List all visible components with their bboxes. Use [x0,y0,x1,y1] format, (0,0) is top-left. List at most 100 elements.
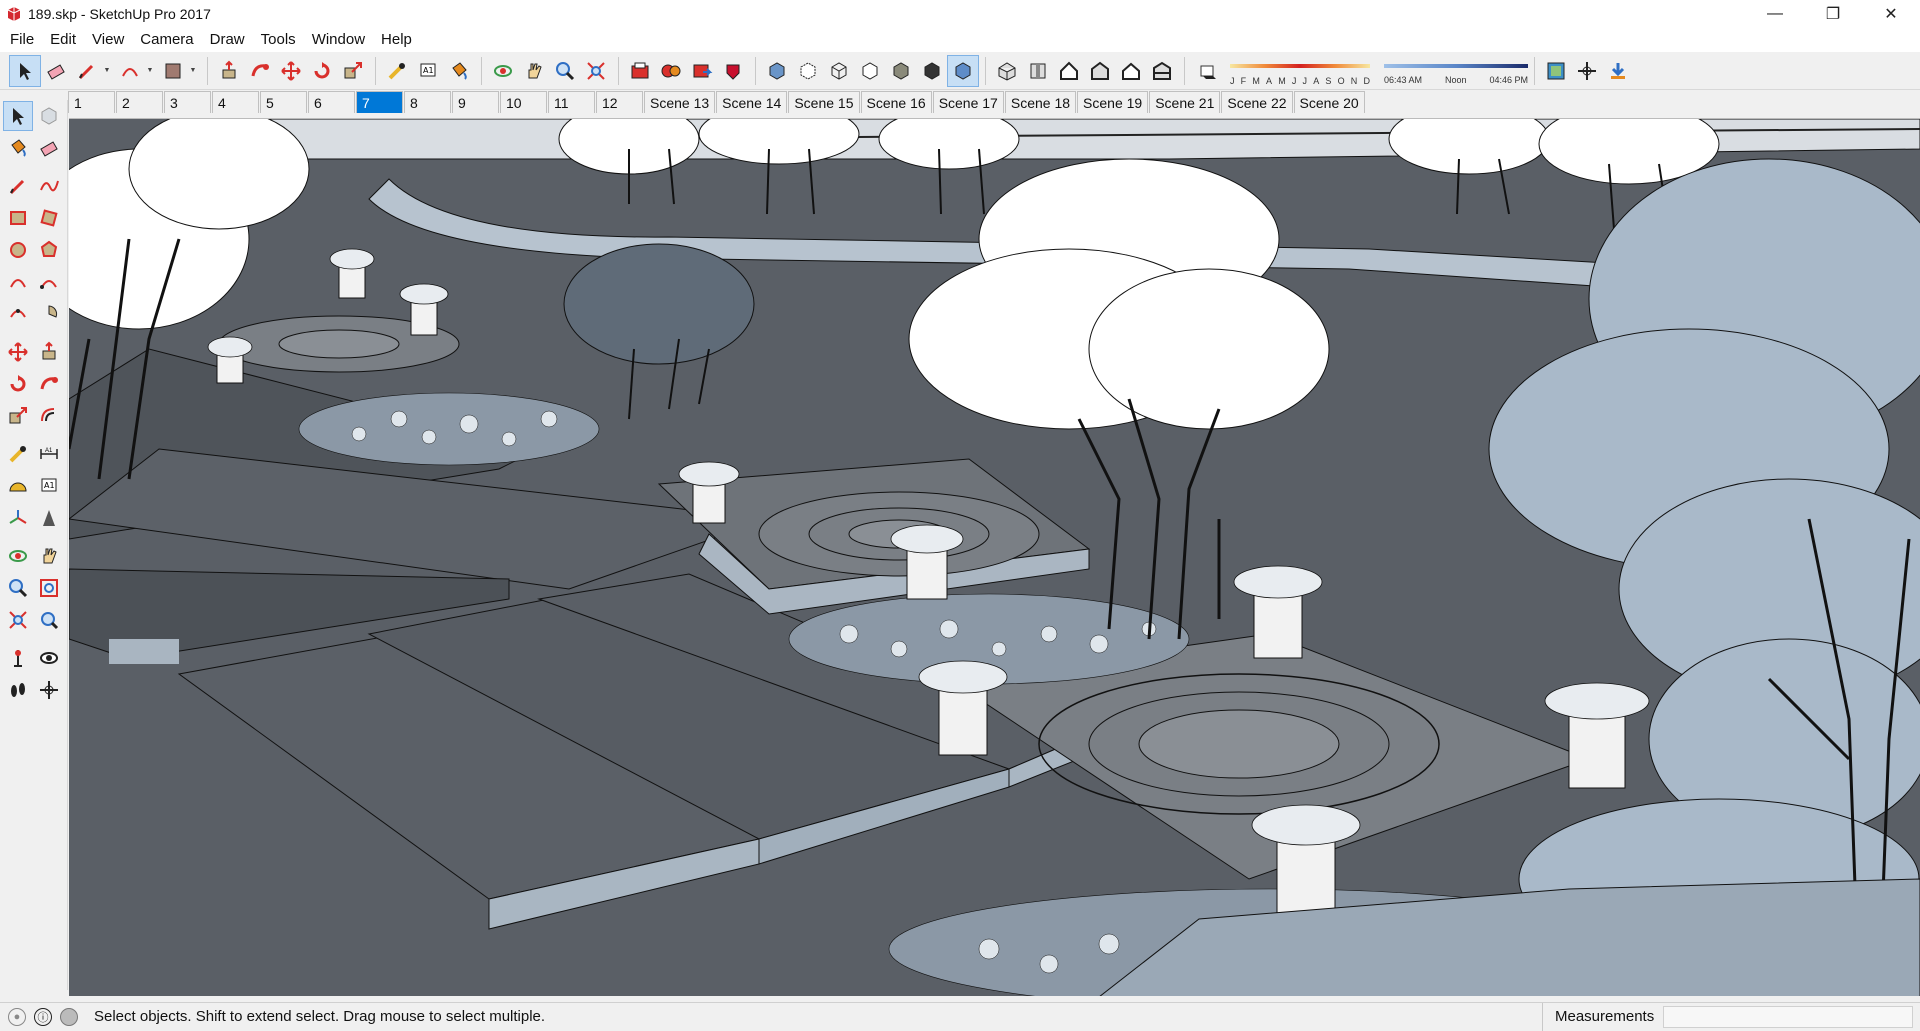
scene-tab[interactable]: Scene 19 [1077,91,1149,113]
paint-bucket-icon[interactable] [444,56,474,86]
menu-edit[interactable]: Edit [42,28,84,52]
three-point-arc-icon[interactable] [4,300,32,328]
rectangle-icon[interactable] [4,204,32,232]
select-icon[interactable] [3,101,33,131]
scene-tab[interactable]: 7 [356,91,403,113]
scene-tab[interactable]: 9 [452,91,499,113]
top-view-icon[interactable] [1023,56,1053,86]
scene-tab[interactable]: 1 [68,91,115,113]
component-icon[interactable] [36,102,64,130]
scene-tab[interactable]: 2 [116,91,163,113]
3d-viewport[interactable] [69,118,1920,996]
monochrome-icon[interactable] [947,54,979,87]
pan-icon[interactable] [519,56,549,86]
dropdown-arrow-icon[interactable]: ▼ [189,56,197,86]
arc-icon[interactable] [115,56,145,86]
front-view-icon[interactable] [1054,56,1084,86]
freehand-icon[interactable] [36,172,64,200]
get-models-icon[interactable] [625,56,655,86]
orbit-icon[interactable] [4,542,32,570]
right-view-icon[interactable] [1085,56,1115,86]
scale-icon[interactable] [338,56,368,86]
restore-button[interactable]: ❐ [1804,0,1862,28]
eraser-icon[interactable] [41,56,71,86]
menu-view[interactable]: View [84,28,132,52]
scene-tab[interactable]: 11 [548,91,595,113]
pan-icon[interactable] [36,542,64,570]
circle-icon[interactable] [4,236,32,264]
scale-icon[interactable] [4,402,32,430]
shapes-icon[interactable] [158,56,188,86]
arc-icon[interactable] [4,268,32,296]
menu-draw[interactable]: Draw [202,28,253,52]
xray-icon[interactable] [762,56,792,86]
dimension-icon[interactable]: A1 [36,440,64,468]
zoom-icon[interactable] [4,574,32,602]
download-icon[interactable] [1603,56,1633,86]
month-slider[interactable]: JFMAMJJASOND [1230,56,1370,86]
time-slider[interactable]: 06:43 AM Noon 04:46 PM [1384,56,1528,86]
scene-tab[interactable]: Scene 14 [716,91,788,113]
3d-text-icon[interactable] [36,504,64,532]
scene-tab[interactable]: 12 [596,91,643,113]
rotated-rectangle-icon[interactable] [36,204,64,232]
scene-tab[interactable]: Scene 21 [1149,91,1221,113]
minimize-button[interactable]: — [1746,0,1804,28]
dropdown-arrow-icon[interactable]: ▼ [103,56,111,86]
paint-bucket-icon[interactable] [4,134,32,162]
menu-camera[interactable]: Camera [132,28,201,52]
look-around-icon[interactable] [36,644,64,672]
two-point-arc-icon[interactable] [36,268,64,296]
eraser-icon[interactable] [36,134,64,162]
scene-tab[interactable]: Scene 13 [644,91,716,113]
text-icon[interactable]: A1 [36,472,64,500]
back-edges-icon[interactable] [793,56,823,86]
follow-me-icon[interactable] [36,370,64,398]
menu-help[interactable]: Help [373,28,420,52]
zoom-window-icon[interactable] [36,574,64,602]
follow-me-icon[interactable] [245,56,275,86]
scene-tab[interactable]: 4 [212,91,259,113]
scene-tab[interactable]: Scene 17 [932,91,1004,113]
move-icon[interactable] [4,338,32,366]
text-icon[interactable]: A1 [413,56,443,86]
orbit-icon[interactable] [488,56,518,86]
rotate-icon[interactable] [4,370,32,398]
zoom-extents-icon[interactable] [4,606,32,634]
scene-tab[interactable]: Scene 16 [860,91,932,113]
section-plane-icon[interactable] [36,676,64,704]
user-account-icon[interactable] [60,1007,78,1026]
scene-tab[interactable]: 10 [500,91,547,113]
geo-location-icon[interactable]: ● [8,1007,26,1026]
offset-icon[interactable] [36,402,64,430]
rotate-icon[interactable] [307,56,337,86]
scene-tab[interactable]: 6 [308,91,355,113]
back-view-icon[interactable] [1116,56,1146,86]
iso-view-icon[interactable] [992,56,1022,86]
zoom-icon[interactable] [550,56,580,86]
shadows-toggle-icon[interactable] [1193,56,1223,86]
menu-tools[interactable]: Tools [253,28,304,52]
wireframe-icon[interactable] [824,56,854,86]
share-model-icon[interactable] [687,56,717,86]
position-camera-icon[interactable] [4,644,32,672]
layer-manager-icon[interactable] [1541,56,1571,86]
scene-tab[interactable]: 5 [260,91,307,113]
axes-icon[interactable] [4,504,32,532]
textured-icon[interactable] [917,56,947,86]
section-plane-icon[interactable] [1572,56,1602,86]
dropdown-arrow-icon[interactable]: ▼ [146,56,154,86]
scene-tab[interactable]: 8 [404,91,451,113]
measurements-input[interactable] [1663,1006,1913,1028]
scene-tab[interactable]: Scene 18 [1004,91,1077,113]
hidden-line-icon[interactable] [855,56,885,86]
walk-icon[interactable] [4,676,32,704]
move-icon[interactable] [276,56,306,86]
tape-measure-icon[interactable] [4,440,32,468]
extension-warehouse-icon[interactable] [718,56,748,86]
protractor-icon[interactable] [4,472,32,500]
components-icon[interactable] [656,56,686,86]
scene-tab[interactable]: Scene 20 [1293,91,1365,113]
scene-tab[interactable]: 3 [164,91,211,113]
zoom-extents-icon[interactable] [581,56,611,86]
